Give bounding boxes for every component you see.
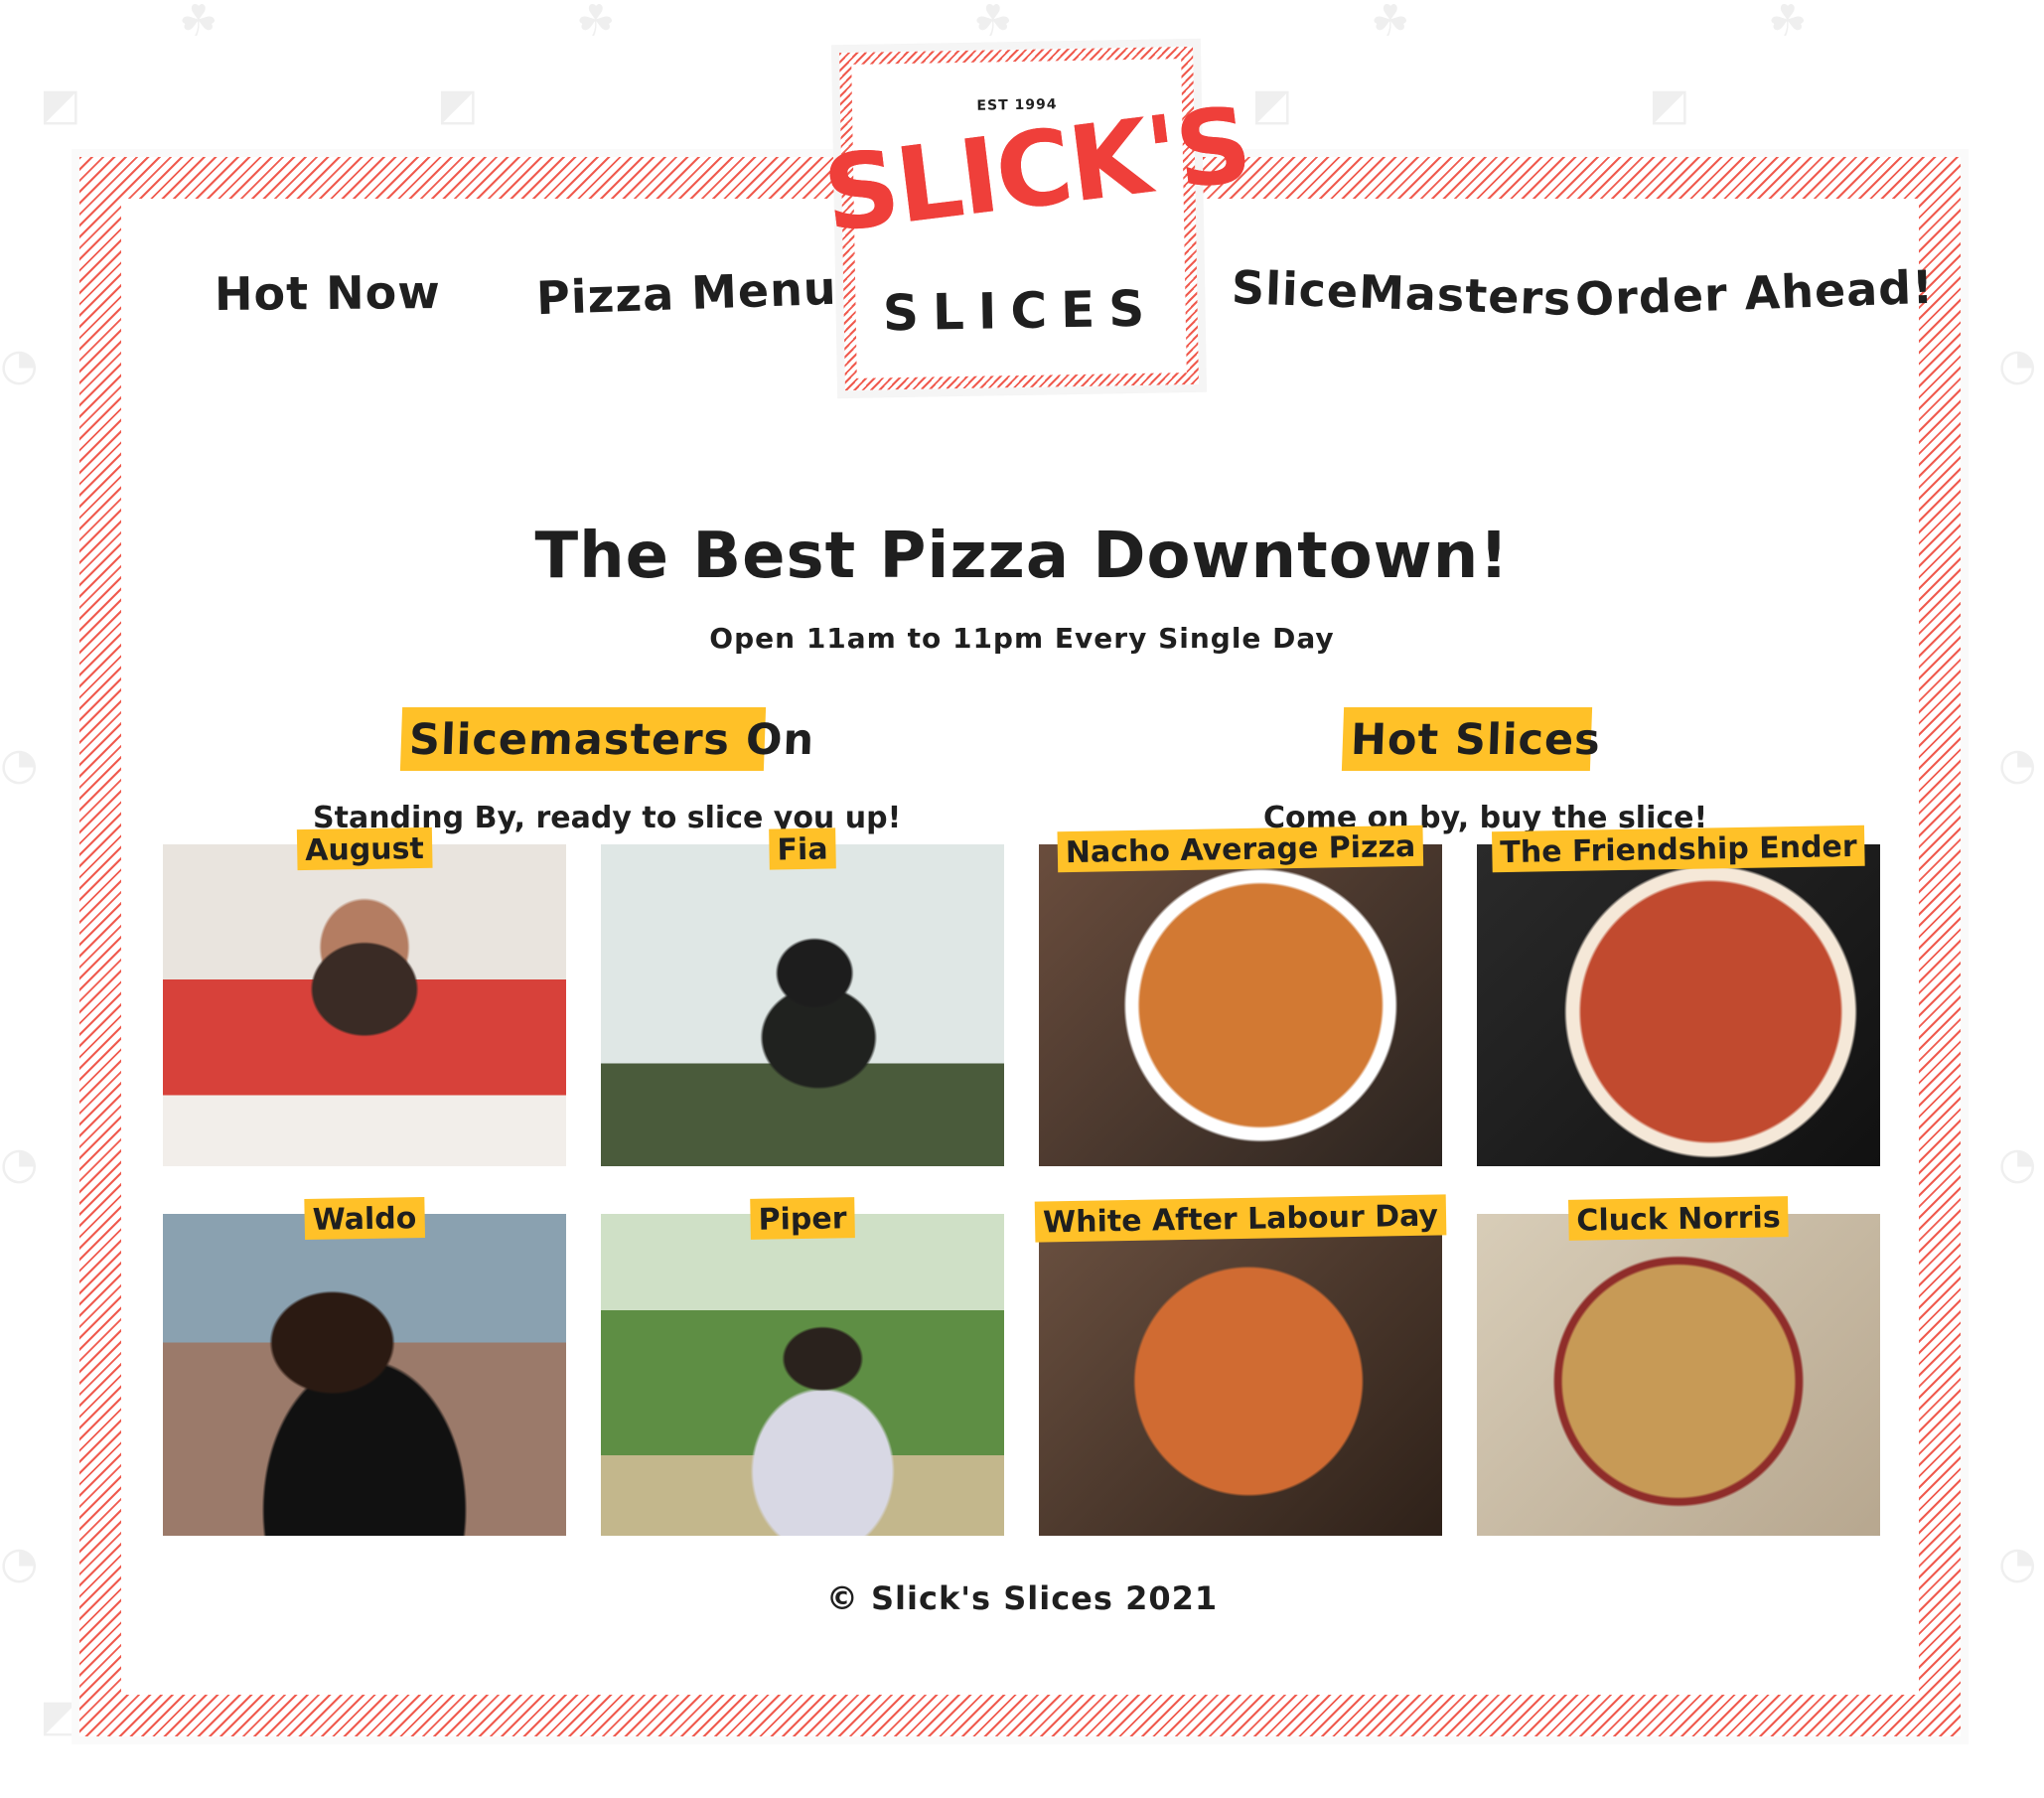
slicemaster-name-label: August (296, 826, 433, 871)
site-footer: © Slick's Slices 2021 (825, 1579, 1219, 1617)
logo-brand-name-bottom: SLICES (882, 279, 1159, 343)
slicemaster-card-fia[interactable] (601, 844, 1004, 1166)
slicemaster-photo (163, 844, 566, 1166)
logo-inner: EST 1994 SLICK'S SLICES (817, 59, 1255, 378)
slicemaster-name-label: Fia (769, 827, 836, 870)
card-label-anchor: Cluck Norris (1477, 1196, 1880, 1241)
card-label-anchor: Waldo (163, 1196, 566, 1241)
card-label-anchor: The Friendship Ender (1477, 824, 1880, 873)
card-label-anchor: White After Labour Day (1034, 1194, 1447, 1243)
pizza-name-label: Nacho Average Pizza (1057, 824, 1424, 873)
pizza-photo (1477, 1214, 1880, 1536)
pizza-photo (1477, 844, 1880, 1166)
pizza-card-nacho-average[interactable] (1039, 844, 1442, 1166)
slicemaster-name-label: Piper (750, 1197, 855, 1240)
slicemaster-card-august[interactable] (163, 844, 566, 1166)
slicemaster-name-label: Waldo (304, 1196, 425, 1241)
slicemaster-photo (601, 1214, 1004, 1536)
pizza-card-white-after-labour-day[interactable] (1039, 1214, 1442, 1536)
card-label-anchor: Nacho Average Pizza (1039, 824, 1442, 873)
pizza-name-label: The Friendship Ender (1492, 824, 1865, 873)
slicemaster-photo (163, 1214, 566, 1536)
pizza-name-label: White After Labour Day (1034, 1194, 1447, 1243)
pizza-photo (1039, 1214, 1442, 1536)
pizza-card-cluck-norris[interactable] (1477, 1214, 1880, 1536)
pizza-photo (1039, 844, 1442, 1166)
pizza-name-label: Cluck Norris (1568, 1196, 1789, 1241)
card-label-anchor: August (163, 826, 566, 871)
brand-logo[interactable]: EST 1994 SLICK'S SLICES (817, 46, 1255, 391)
slicemaster-photo (601, 844, 1004, 1166)
slicemaster-card-piper[interactable] (601, 1214, 1004, 1536)
slicemaster-card-waldo[interactable] (163, 1214, 566, 1536)
card-label-anchor: Fia (601, 827, 1004, 870)
pizza-card-friendship-ender[interactable] (1477, 844, 1880, 1166)
card-label-anchor: Piper (601, 1197, 1004, 1240)
